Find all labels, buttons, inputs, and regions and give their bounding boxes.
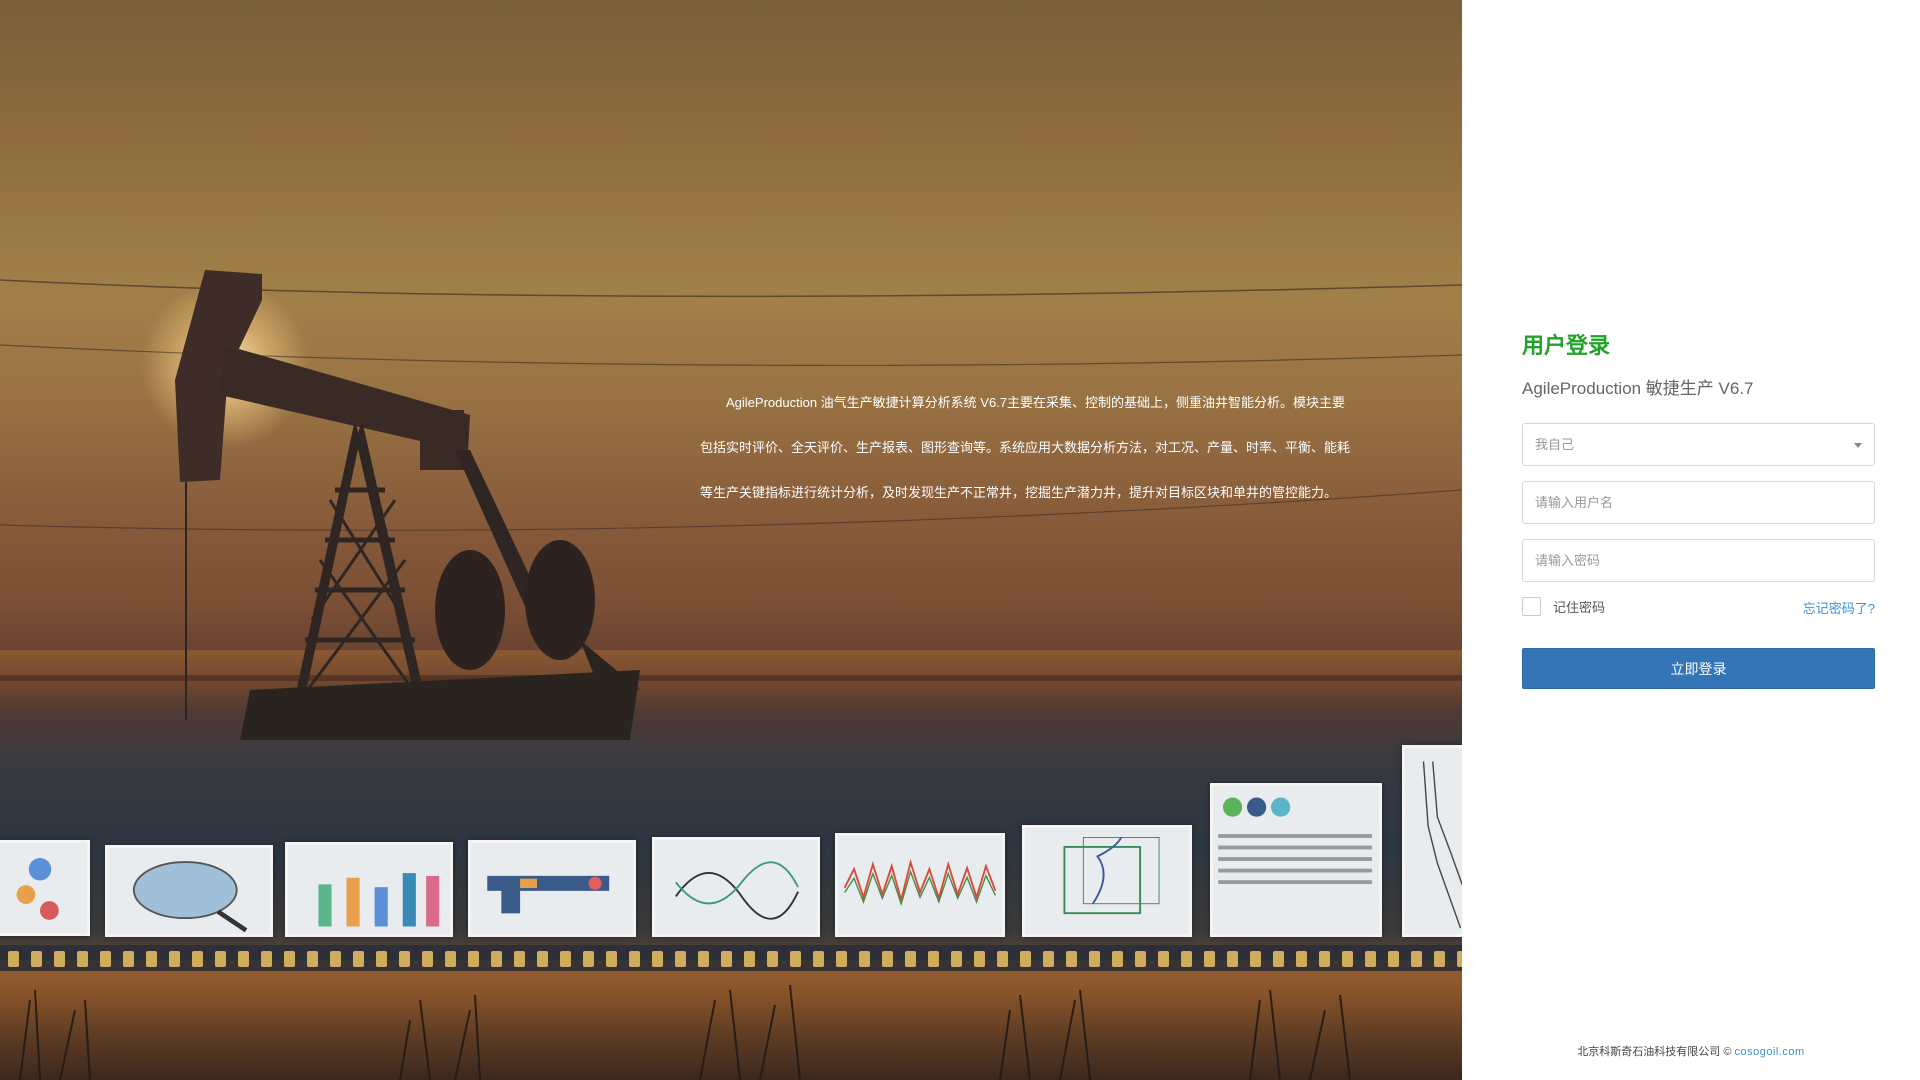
thumbnail-3d-chart — [1022, 825, 1192, 937]
org-select[interactable]: 我自己 — [1522, 423, 1875, 466]
film-perforation — [1204, 951, 1215, 967]
footer-link[interactable]: cosogoil.com — [1735, 1046, 1805, 1058]
remember-password[interactable]: 记住密码 — [1522, 597, 1605, 616]
film-perforation — [1043, 951, 1054, 967]
film-perforation — [8, 951, 19, 967]
film-perforation — [1181, 951, 1192, 967]
film-perforation — [1112, 951, 1123, 967]
film-perforation — [905, 951, 916, 967]
film-perforation — [1020, 951, 1031, 967]
film-perforation — [1273, 951, 1284, 967]
film-perforation — [1342, 951, 1353, 967]
film-perforation — [652, 951, 663, 967]
thumbnail-curve-chart — [652, 837, 820, 937]
film-perforation — [1227, 951, 1238, 967]
film-perforation — [606, 951, 617, 967]
thumbnail-dashboard — [1210, 783, 1382, 937]
film-perforation — [813, 951, 824, 967]
film-perforation — [514, 951, 525, 967]
film-perforation — [698, 951, 709, 967]
screenshot-film-strip — [0, 745, 1462, 980]
film-perforation — [1250, 951, 1261, 967]
remember-label: 记住密码 — [1553, 600, 1606, 615]
film-perforation — [997, 951, 1008, 967]
film-perforation — [399, 951, 410, 967]
film-perforation — [537, 951, 548, 967]
film-perforation — [859, 951, 870, 967]
film-perforation — [1158, 951, 1169, 967]
film-perforation — [31, 951, 42, 967]
login-panel: 用户登录 AgileProduction 敏捷生产 V6.7 我自己 记住密码 … — [1462, 0, 1920, 1080]
remember-checkbox[interactable] — [1522, 597, 1541, 616]
film-perforation — [169, 951, 180, 967]
thumbnail-bar-chart — [285, 842, 453, 937]
film-perforation — [1296, 951, 1307, 967]
film-perforation — [238, 951, 249, 967]
thumbnail-magnifier-chart — [105, 845, 273, 937]
login-button[interactable]: 立即登录 — [1522, 648, 1875, 689]
film-perforation — [675, 951, 686, 967]
film-perforation — [744, 951, 755, 967]
film-perforation — [1089, 951, 1100, 967]
film-perforation — [1319, 951, 1330, 967]
film-perforation — [353, 951, 364, 967]
login-title: 用户登录 — [1522, 333, 1611, 358]
login-subtitle: AgileProduction 敏捷生产 V6.7 — [1522, 379, 1754, 398]
film-perforation — [54, 951, 65, 967]
film-perforation — [468, 951, 479, 967]
username-input[interactable] — [1535, 482, 1862, 523]
thumbnail-pie-charts — [0, 840, 90, 936]
chevron-down-icon — [1854, 443, 1862, 448]
film-perforation — [100, 951, 111, 967]
footer-company: 北京科斯奇石油科技有限公司 © — [1577, 1046, 1732, 1058]
film-perforation — [330, 951, 341, 967]
film-perforation — [583, 951, 594, 967]
username-field-wrapper — [1522, 481, 1875, 524]
film-perforation — [215, 951, 226, 967]
film-perforation — [721, 951, 732, 967]
hero-background: AgileProduction 油气生产敏捷计算分析系统 V6.7主要在采集、控… — [0, 0, 1462, 1080]
thumbnail-wave-chart — [835, 833, 1005, 937]
film-perforation — [790, 951, 801, 967]
film-perforation — [1411, 951, 1422, 967]
film-perforation — [77, 951, 88, 967]
film-perforation — [445, 951, 456, 967]
film-perforation — [629, 951, 640, 967]
film-perforation — [928, 951, 939, 967]
film-perforation — [284, 951, 295, 967]
film-perforation — [560, 951, 571, 967]
film-perforation — [123, 951, 134, 967]
film-perforation — [192, 951, 203, 967]
thumbnail-pump-diagram — [468, 840, 636, 937]
film-perforation — [261, 951, 272, 967]
film-perforation — [767, 951, 778, 967]
film-perforation — [836, 951, 847, 967]
film-perforation — [1434, 951, 1445, 967]
film-perforation — [882, 951, 893, 967]
film-perforation — [146, 951, 157, 967]
footer: 北京科斯奇石油科技有限公司 © cosogoil.com — [1462, 1043, 1920, 1059]
org-select-value: 我自己 — [1535, 437, 1575, 452]
film-perforation — [1365, 951, 1376, 967]
film-perforation — [1388, 951, 1399, 967]
film-perforation — [376, 951, 387, 967]
film-perforation — [491, 951, 502, 967]
password-field-wrapper — [1522, 539, 1875, 582]
film-perforation — [422, 951, 433, 967]
film-perforation — [951, 951, 962, 967]
thumbnail-line-plot — [1402, 745, 1462, 937]
film-perforation — [1135, 951, 1146, 967]
film-perforation — [307, 951, 318, 967]
system-description: AgileProduction 油气生产敏捷计算分析系统 V6.7主要在采集、控… — [700, 395, 1351, 500]
film-perforation — [1066, 951, 1077, 967]
film-perforation — [974, 951, 985, 967]
forgot-password-link[interactable]: 忘记密码了? — [1803, 598, 1875, 617]
password-input[interactable] — [1535, 540, 1862, 581]
